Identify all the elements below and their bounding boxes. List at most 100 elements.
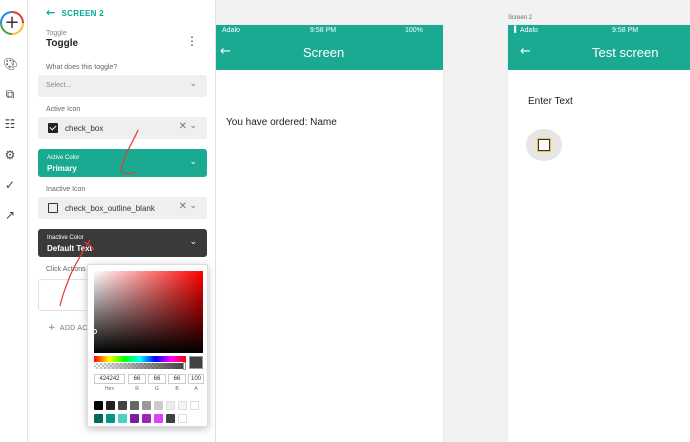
saturation-area[interactable]	[94, 271, 203, 353]
editor-canvas: + 🎨︎ ⧉ ☷ ⚙ ✓ ↗ Adalo 9:58 PM 100% ← Scre…	[0, 0, 690, 442]
add-component-button[interactable]: +	[0, 11, 24, 35]
chevron-down-icon: ⌄	[189, 157, 197, 167]
screens-icon[interactable]: ⧉	[3, 87, 17, 101]
clear-icon[interactable]: ✕	[179, 201, 187, 212]
active-icon-label: Active Icon	[46, 106, 81, 113]
color-swatch[interactable]	[118, 401, 127, 410]
click-actions-label: Click Actions	[46, 266, 86, 273]
g-label: G	[155, 386, 159, 392]
palette-icon[interactable]: 🎨︎	[3, 57, 18, 71]
chevron-down-icon: ⌄	[189, 201, 197, 211]
color-swatch[interactable]	[142, 401, 151, 410]
a-label: A	[194, 386, 198, 392]
select-placeholder: Select...	[46, 82, 72, 89]
alpha-handle[interactable]	[183, 362, 186, 370]
back-label: SCREEN 2	[61, 9, 104, 18]
color-swatch[interactable]	[130, 401, 139, 410]
active-color-label: Active Color	[47, 155, 80, 161]
color-inputs: 424242 66 66 66 100 Hex R G B A	[94, 374, 204, 396]
text-component[interactable]: You have ordered: Name	[226, 117, 337, 128]
alpha-slider[interactable]	[94, 363, 186, 369]
a-input[interactable]: 100	[188, 374, 204, 384]
hex-input[interactable]: 424242	[94, 374, 125, 384]
clear-icon[interactable]: ✕	[179, 121, 187, 132]
analytics-icon[interactable]: ↗	[3, 208, 17, 222]
add-action-label: ADD AC	[59, 325, 88, 332]
component-type: Toggle	[46, 30, 67, 37]
screen-label[interactable]: Screen 2	[508, 15, 532, 21]
chevron-down-icon: ⌄	[189, 121, 197, 131]
active-icon-select[interactable]: check_box ✕ ⌄	[38, 117, 207, 139]
inactive-icon-select[interactable]: check_box_outline_blank ✕ ⌄	[38, 197, 207, 219]
screen-title: Screen	[303, 45, 345, 60]
toggle-target-select[interactable]: Select... ⌄	[38, 75, 207, 97]
active-icon-value: check_box	[65, 124, 104, 133]
color-swatch[interactable]	[166, 401, 175, 410]
carrier-text: Adalo	[520, 27, 538, 34]
checkbox-outline-icon	[538, 139, 550, 151]
back-arrow-icon[interactable]: ←	[520, 44, 531, 59]
color-swatch[interactable]	[178, 401, 187, 410]
color-swatch[interactable]	[94, 414, 103, 423]
back-arrow-icon[interactable]: ←	[220, 44, 231, 59]
color-swatch[interactable]	[106, 414, 115, 423]
color-picker[interactable]: 424242 66 66 66 100 Hex R G B A	[87, 264, 208, 427]
time-text: 9:58 PM	[310, 27, 337, 34]
inactive-icon-label: Inactive Icon	[46, 186, 86, 193]
status-bar: ▐ Adalo 9:58 PM	[508, 25, 690, 36]
r-input[interactable]: 66	[128, 374, 146, 384]
color-swatch[interactable]	[154, 414, 163, 423]
color-swatch[interactable]	[106, 401, 115, 410]
chevron-down-icon: ⌄	[189, 237, 197, 247]
component-name[interactable]: Toggle	[46, 38, 78, 49]
back-to-screen-link[interactable]: ← SCREEN 2	[46, 6, 104, 19]
time-text: 9:58 PM	[612, 27, 639, 34]
text-component[interactable]: Enter Text	[528, 96, 573, 107]
color-swatch[interactable]	[94, 401, 103, 410]
screen-title: Test screen	[592, 45, 659, 60]
app-bar[interactable]: ← Screen	[200, 36, 443, 70]
screen-preview-2[interactable]: ▐ Adalo 9:58 PM ← Test screen Enter Text	[508, 25, 690, 442]
signal-icon: ▐	[512, 27, 517, 33]
more-options-icon[interactable]: ⋮	[186, 34, 198, 48]
inactive-color-label: Inactive Color	[47, 235, 84, 241]
b-input[interactable]: 66	[168, 374, 186, 384]
battery-text: 100%	[405, 27, 423, 34]
back-arrow-icon: ←	[46, 6, 56, 19]
color-swatch[interactable]	[190, 401, 199, 410]
inactive-color-value: Default Text	[47, 244, 93, 253]
add-action-button[interactable]: + ADD AC	[48, 323, 88, 333]
app-bar[interactable]: ← Test screen	[508, 36, 690, 70]
color-swatch[interactable]	[178, 414, 187, 423]
gear-icon[interactable]: ⚙	[3, 148, 17, 162]
chevron-down-icon: ⌄	[189, 79, 197, 89]
g-input[interactable]: 66	[148, 374, 166, 384]
r-label: R	[135, 386, 139, 392]
inactive-color-select[interactable]: Inactive Color Default Text ⌄	[38, 229, 207, 257]
database-icon[interactable]: ☷	[3, 117, 17, 131]
add-icon: +	[4, 12, 20, 33]
color-swatch[interactable]	[166, 414, 175, 423]
publish-icon[interactable]: ✓	[3, 178, 17, 192]
color-swatch[interactable]	[142, 414, 151, 423]
hex-label: Hex	[105, 386, 114, 392]
checkbox-icon	[48, 123, 58, 133]
active-color-value: Primary	[47, 164, 77, 173]
carrier-text: Adalo	[222, 27, 240, 34]
color-swatch[interactable]	[154, 401, 163, 410]
plus-icon: +	[48, 323, 56, 333]
hue-slider[interactable]	[94, 356, 186, 362]
screen-preview-1[interactable]: Adalo 9:58 PM 100% ← Screen You have ord…	[200, 25, 443, 442]
saturation-handle[interactable]	[92, 329, 97, 334]
color-preview	[189, 356, 203, 369]
inactive-icon-value: check_box_outline_blank	[65, 204, 155, 213]
checkbox-outline-icon	[48, 203, 58, 213]
toggle-component[interactable]	[526, 129, 562, 161]
b-label: B	[175, 386, 179, 392]
active-color-select[interactable]: Active Color Primary ⌄	[38, 149, 207, 177]
question-label: What does this toggle?	[46, 64, 118, 71]
color-swatch[interactable]	[118, 414, 127, 423]
left-toolbar: + 🎨︎ ⧉ ☷ ⚙ ✓ ↗	[0, 0, 28, 442]
status-bar: Adalo 9:58 PM 100%	[200, 25, 443, 36]
color-swatch[interactable]	[130, 414, 139, 423]
